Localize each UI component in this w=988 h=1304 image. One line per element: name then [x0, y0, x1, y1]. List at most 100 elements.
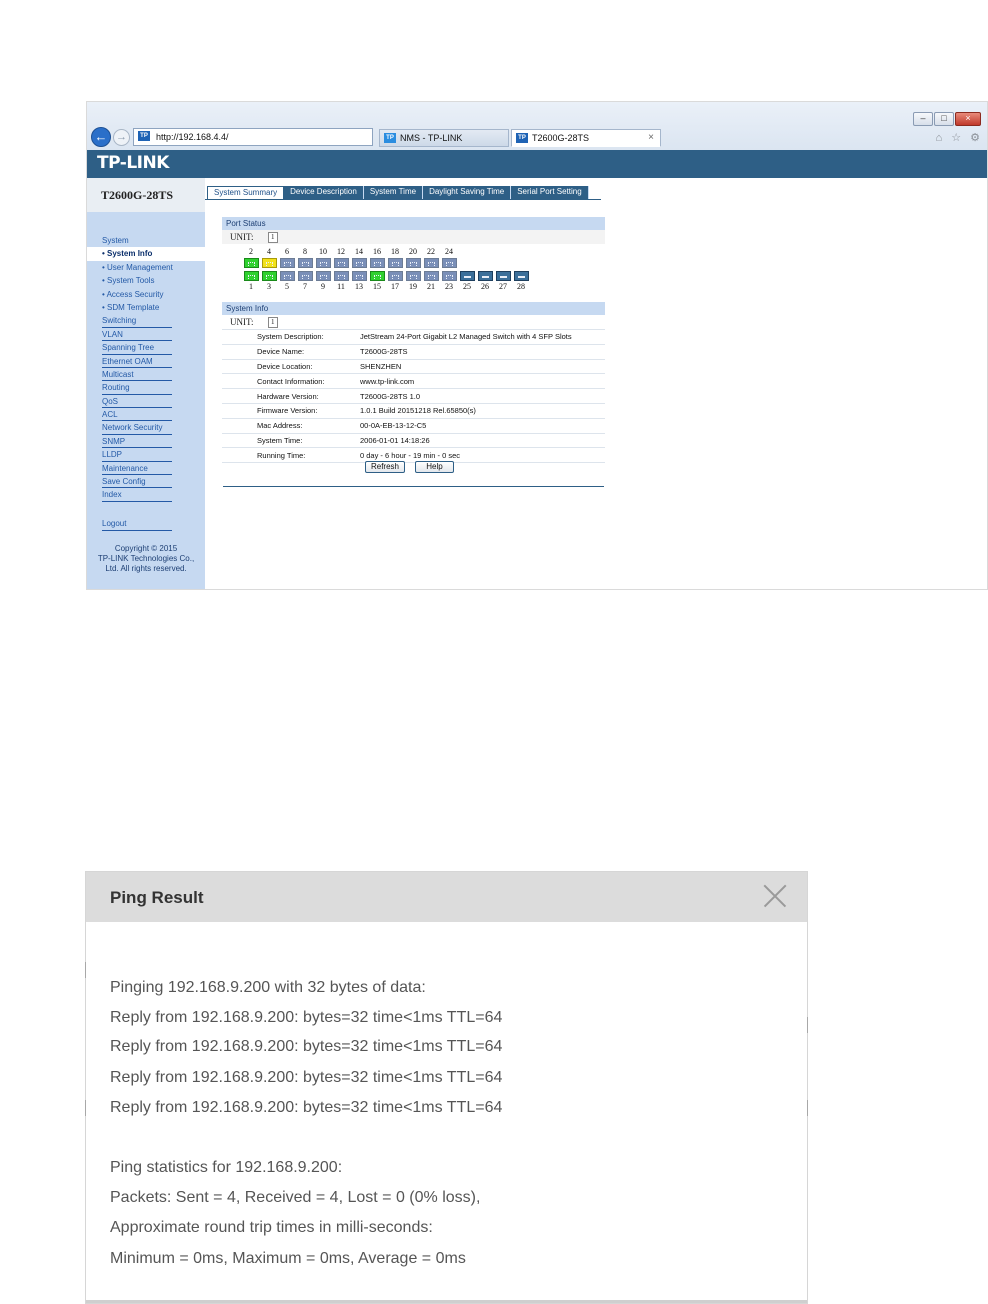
sidebar-item-system-info[interactable]: • System Info [87, 247, 205, 261]
unit-select[interactable]: 1 [267, 232, 278, 244]
info-value: T2600G-28TS 1.0 [360, 388, 605, 404]
dialog-edge-mark [807, 1100, 808, 1116]
sidebar-item-qos[interactable]: QoS [102, 395, 172, 409]
port-number-label: 26 [481, 282, 489, 291]
switch-port-11[interactable] [334, 271, 349, 281]
switch-port-4[interactable] [262, 258, 277, 268]
copyright-line: TP-LINK Technologies Co., [97, 554, 195, 563]
device-model: T2600G-28TS [87, 178, 205, 212]
switch-port-7[interactable] [298, 271, 313, 281]
minimize-icon[interactable]: – [913, 112, 933, 126]
switch-port-8[interactable] [298, 258, 313, 268]
switch-port-3[interactable] [262, 271, 277, 281]
switch-port-16[interactable] [370, 258, 385, 268]
table-row: Mac Address: 00-0A-EB-13-12-C5 [222, 418, 605, 434]
info-label: System Description: [222, 330, 360, 345]
sidebar-item-snmp[interactable]: SNMP [102, 435, 172, 449]
sfp-port-25[interactable] [460, 271, 475, 281]
switch-port-12[interactable] [334, 258, 349, 268]
switch-port-2[interactable] [244, 258, 259, 268]
sidebar-item-save-config[interactable]: Save Config [102, 475, 172, 489]
unit-selector-row: UNIT: 1 [222, 230, 605, 244]
sidebar-item-routing[interactable]: Routing [102, 381, 172, 395]
sfp-port-26[interactable] [478, 271, 493, 281]
nms-favicon-icon: TP [384, 133, 396, 143]
port-number-label: 25 [463, 282, 471, 291]
ping-output-line: Packets: Sent = 4, Received = 4, Lost = … [110, 1189, 481, 1206]
sidebar-item-system-tools[interactable]: • System Tools [102, 274, 172, 287]
tab-system-time[interactable]: System Time [363, 186, 424, 199]
switch-port-18[interactable] [388, 258, 403, 268]
sidebar-item-lldp[interactable]: LLDP [102, 448, 172, 462]
brand-header: TP-LINK [87, 150, 987, 178]
sidebar-item-network-security[interactable]: Network Security [102, 421, 172, 435]
port-number-label: 19 [409, 282, 417, 291]
tab-serial-port-setting[interactable]: Serial Port Setting [511, 186, 589, 199]
tab-device-description[interactable]: Device Description [284, 186, 364, 199]
switch-port-15[interactable] [370, 271, 385, 281]
switch-port-17[interactable] [388, 271, 403, 281]
sidebar-item-user-management[interactable]: • User Management [102, 261, 173, 274]
sfp-port-28[interactable] [514, 271, 529, 281]
unit-select[interactable]: 1 [267, 317, 278, 329]
browser-tab-nms[interactable]: TP NMS - TP-LINK [379, 129, 509, 147]
info-value: JetStream 24-Port Gigabit L2 Managed Swi… [360, 330, 605, 345]
sidebar-item-ethernet-oam[interactable]: Ethernet OAM [102, 355, 172, 368]
logout-link[interactable]: Logout [102, 518, 172, 531]
port-number-label: 18 [391, 247, 399, 256]
port-number-label: 5 [285, 282, 289, 291]
tab-system-summary[interactable]: System Summary [207, 186, 285, 199]
switch-port-5[interactable] [280, 271, 295, 281]
forward-arrow-icon[interactable]: → [113, 129, 130, 146]
maximize-icon[interactable]: □ [934, 112, 954, 126]
sfp-port-27[interactable] [496, 271, 511, 281]
sidebar-item-maintenance[interactable]: Maintenance [102, 462, 172, 476]
back-arrow-icon[interactable]: ← [91, 127, 111, 147]
info-label: Device Name: [222, 344, 360, 360]
switch-port-10[interactable] [316, 258, 331, 268]
sidebar-item-access-security[interactable]: • Access Security [102, 288, 172, 301]
switch-port-1[interactable] [244, 271, 259, 281]
port-number-label: 10 [319, 247, 327, 256]
browser-tab-current[interactable]: TP T2600G-28TS × [511, 129, 661, 147]
sidebar-item-sdm-template[interactable]: • SDM Template [102, 301, 172, 314]
sidebar-item-spanning-tree[interactable]: Spanning Tree [102, 341, 172, 355]
sidebar-item-acl[interactable]: ACL [102, 408, 172, 422]
switch-port-24[interactable] [442, 258, 457, 268]
address-bar[interactable]: TP http://192.168.4.4/ ⌕ ▾ ↻ [133, 128, 392, 176]
close-window-icon[interactable]: × [955, 112, 981, 126]
help-button[interactable]: Help [415, 461, 454, 473]
sidebar-item-vlan[interactable]: VLAN [102, 328, 172, 342]
port-number-label: 9 [321, 282, 325, 291]
refresh-button[interactable]: Refresh [365, 461, 405, 473]
switch-port-14[interactable] [352, 258, 367, 268]
switch-port-9[interactable] [316, 271, 331, 281]
port-number-label: 2 [249, 247, 253, 256]
port-number-label: 15 [373, 282, 381, 291]
sidebar-item-index[interactable]: Index [102, 488, 172, 502]
ping-output-line: Approximate round trip times in milli-se… [110, 1219, 433, 1236]
sidebar-item-multicast[interactable]: Multicast [102, 368, 172, 382]
tplink-favicon-icon: TP [516, 133, 528, 143]
switch-port-21[interactable] [424, 271, 439, 281]
table-row: System Description: JetStream 24-Port Gig… [222, 330, 605, 345]
switch-port-20[interactable] [406, 258, 421, 268]
port-number-label: 12 [337, 247, 345, 256]
info-value: 2006-01-01 14:18:26 [360, 433, 605, 449]
switch-port-22[interactable] [424, 258, 439, 268]
tab-daylight-saving-time[interactable]: Daylight Saving Time [423, 186, 512, 199]
table-row: Hardware Version: T2600G-28TS 1.0 [222, 388, 605, 404]
close-icon[interactable] [763, 884, 787, 908]
sidebar-item-system[interactable]: System [102, 234, 172, 247]
switch-port-19[interactable] [406, 271, 421, 281]
content-tabs: System Summary Device Description System… [207, 186, 589, 199]
system-info-table: System Description: JetStream 24-Port Gig… [222, 330, 605, 464]
sidebar-item-switching[interactable]: Switching [102, 314, 172, 328]
switch-port-6[interactable] [280, 258, 295, 268]
port-number-label: 1 [249, 282, 253, 291]
switch-port-13[interactable] [352, 271, 367, 281]
switch-port-23[interactable] [442, 271, 457, 281]
copyright-line: Ltd. All rights reserved. [105, 564, 187, 573]
port-number-label: 22 [427, 247, 435, 256]
tab-close-icon[interactable]: × [648, 130, 654, 146]
